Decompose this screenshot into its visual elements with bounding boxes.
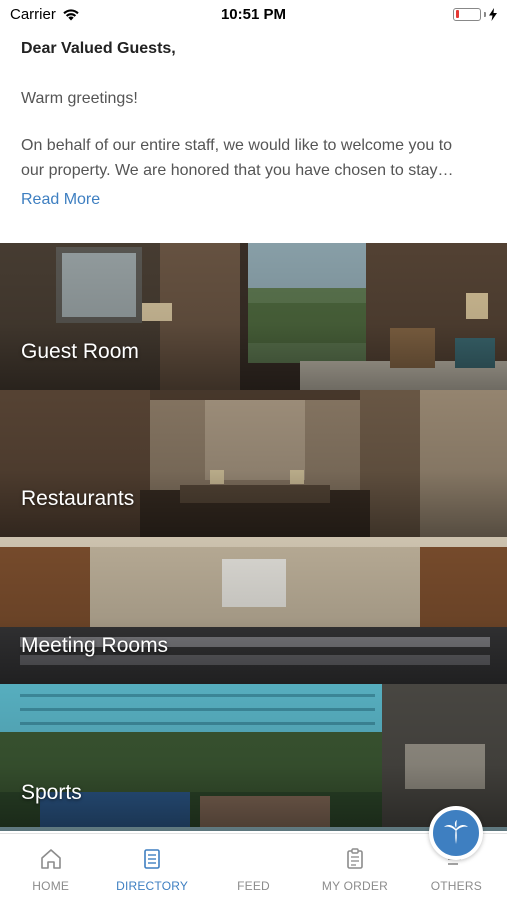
bottom-tab-bar: HOME DIRECTORY FEED MY ORDER OTHERS (0, 806, 507, 900)
welcome-line: Warm greetings! (21, 90, 138, 107)
tab-label: FEED (237, 879, 270, 893)
welcome-paragraph-line-1: On behalf of our entire staff, we would … (21, 137, 453, 154)
card-overlay (0, 390, 507, 537)
battery-level (455, 10, 459, 18)
category-label: Restaurants (21, 487, 135, 510)
welcome-paragraph: On behalf of our entire staff, we would … (21, 133, 486, 183)
welcome-message: Dear Valued Guests, Warm greetings! On b… (0, 28, 507, 243)
category-label: Guest Room (21, 340, 139, 363)
battery-indicator (453, 7, 497, 21)
feed-logo-icon (443, 820, 468, 844)
tab-label: DIRECTORY (116, 879, 189, 893)
tab-home[interactable]: HOME (0, 834, 101, 900)
battery-icon (453, 7, 481, 21)
category-card-guest-room[interactable]: Guest Room (0, 243, 507, 390)
tab-my-order[interactable]: MY ORDER (304, 834, 405, 900)
directory-icon (144, 849, 160, 869)
welcome-greeting: Dear Valued Guests, (21, 40, 176, 57)
category-label: Sports (21, 781, 82, 804)
wifi-icon (63, 8, 79, 20)
tab-feed[interactable]: FEED (203, 806, 483, 900)
category-card-sports[interactable]: Sports (0, 684, 507, 831)
tab-label: OTHERS (430, 879, 482, 893)
tab-label: HOME (32, 879, 70, 893)
card-overlay (0, 243, 507, 390)
status-bar: Carrier 10:51 PM (0, 0, 507, 28)
tab-label: MY ORDER (321, 879, 388, 893)
category-card-restaurants[interactable]: Restaurants (0, 390, 507, 537)
carrier-name: Carrier (10, 5, 56, 23)
charging-bolt-icon (489, 7, 497, 21)
battery-cap (484, 11, 486, 17)
welcome-paragraph-line-2: our property. We are honored that you ha… (21, 162, 454, 179)
card-overlay (0, 537, 507, 684)
card-overlay (0, 684, 507, 831)
clipboard-icon (347, 848, 363, 869)
read-more-link[interactable]: Read More (21, 191, 100, 209)
tab-directory[interactable]: DIRECTORY (101, 834, 202, 900)
category-label: Meeting Rooms (21, 634, 169, 657)
home-icon (40, 849, 61, 869)
category-card-meeting-rooms[interactable]: Meeting Rooms (0, 537, 507, 684)
category-list: Guest Room Restaurants Meeting Rooms Spo… (0, 243, 507, 833)
feed-button[interactable] (428, 806, 483, 860)
carrier-info: Carrier (10, 6, 80, 23)
